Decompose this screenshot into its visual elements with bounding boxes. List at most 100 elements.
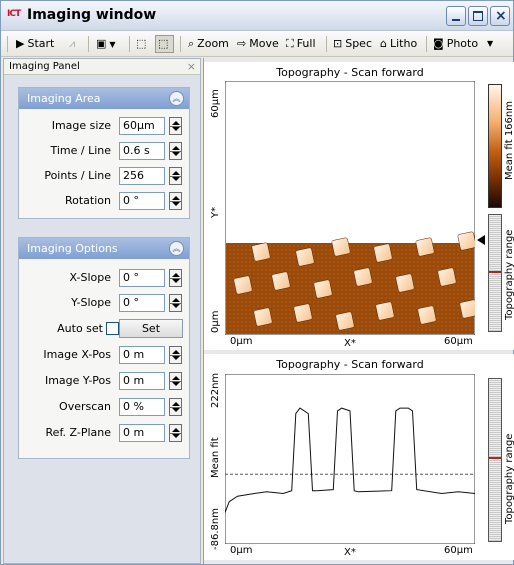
plot-frame: [225, 374, 475, 544]
y-mid-label: Mean fit: [210, 437, 221, 478]
full-extent-icon: ⛶: [286, 37, 294, 50]
y-slope-label: Y-Slope: [71, 296, 111, 309]
feature-square: [437, 267, 457, 287]
feature-square: [253, 307, 273, 327]
topography-range-slider[interactable]: [488, 378, 502, 542]
range-marker[interactable]: [489, 457, 501, 459]
start-button[interactable]: ▶ Start: [16, 36, 54, 52]
select-active-icon: ⬚: [158, 37, 169, 50]
ref-z-plane-label: Ref. Z-Plane: [45, 426, 111, 439]
imaging-area-header[interactable]: Imaging Area ︽: [19, 88, 189, 109]
scan-path-icon: ⩘: [69, 37, 76, 50]
ref-z-plane-row: Ref. Z-Plane 0 m: [19, 423, 189, 443]
auto-set-label: Auto set: [57, 322, 103, 335]
image-x-pos-label: Image X-Pos: [43, 348, 111, 361]
image-x-pos-field[interactable]: 0 m: [119, 346, 165, 364]
y-slope-spinner[interactable]: [169, 294, 182, 312]
feature-square: [293, 303, 313, 323]
ref-z-plane-spinner[interactable]: [169, 424, 182, 442]
maximize-button[interactable]: [468, 6, 488, 26]
zoom-button[interactable]: ⌕ Zoom: [188, 36, 229, 52]
toolbar-separator: [426, 36, 427, 52]
image-size-field[interactable]: 60µm: [119, 117, 165, 135]
plot-title: Topography - Scan forward: [276, 358, 424, 371]
photo-button[interactable]: ◙ Photo: [433, 36, 478, 52]
feature-square: [375, 301, 395, 321]
feature-square: [373, 243, 393, 263]
panel-header: Imaging Panel ×: [4, 59, 200, 75]
x-min-label: 0µm: [230, 545, 253, 556]
minimize-button[interactable]: [446, 6, 466, 26]
window-title: Imaging window: [27, 7, 157, 23]
rotation-field[interactable]: 0 °: [119, 192, 165, 210]
feature-square: [395, 273, 415, 293]
litho-button[interactable]: ⌂ Litho: [380, 36, 417, 52]
range-label: Topography range: [504, 229, 514, 320]
move-icon: ⇨: [237, 37, 247, 50]
image-size-spinner[interactable]: [169, 117, 182, 135]
collapse-icon[interactable]: ︽: [169, 241, 184, 256]
full-button[interactable]: ⛶ Full: [286, 36, 316, 52]
rotation-spinner[interactable]: [169, 192, 182, 210]
move-button[interactable]: ⇨ Move: [237, 36, 279, 52]
magnifier-icon: ⌕: [188, 37, 195, 50]
view-icon: ▣: [96, 37, 107, 50]
toolbar-separator: [129, 36, 130, 52]
camera-icon: ◙: [433, 37, 444, 50]
line-profile-panel: Topography - Scan forward 222nm Mean fit…: [204, 354, 514, 560]
overscan-spinner[interactable]: [169, 398, 182, 416]
chevron-down-icon: ▼: [487, 39, 494, 48]
image-y-pos-spinner[interactable]: [169, 372, 182, 390]
app-logo: ICT: [7, 9, 21, 19]
title-bar[interactable]: ICT Imaging window ×: [1, 1, 513, 31]
feature-square: [353, 267, 373, 287]
line-profile-chart[interactable]: [225, 374, 475, 544]
time-line-spinner[interactable]: [169, 142, 182, 160]
x-slope-field[interactable]: 0 °: [119, 269, 165, 287]
toolbar-overflow-button[interactable]: ▼: [487, 36, 493, 52]
x-slope-row: X-Slope 0 °: [19, 268, 189, 288]
points-line-spinner[interactable]: [169, 167, 182, 185]
collapse-icon[interactable]: ︽: [169, 91, 184, 106]
y-slope-field[interactable]: 0 °: [119, 294, 165, 312]
y-axis-label: Y*: [210, 206, 221, 218]
image-y-pos-field[interactable]: 0 m: [119, 372, 165, 390]
image-y-pos-label: Image Y-Pos: [44, 374, 111, 387]
select-area-button[interactable]: ⬚: [136, 36, 149, 52]
x-axis-label: X*: [344, 338, 356, 349]
set-button[interactable]: Set: [119, 319, 183, 338]
feature-square: [415, 237, 435, 257]
spectrum-icon: ⊡: [333, 37, 343, 50]
image-size-label: Image size: [51, 119, 111, 132]
topography-range-slider[interactable]: [488, 214, 502, 332]
overscan-label: Overscan: [59, 400, 111, 413]
close-icon[interactable]: ×: [187, 59, 196, 74]
select-active-button[interactable]: ⬚: [155, 35, 175, 53]
x-slope-spinner[interactable]: [169, 269, 182, 287]
points-line-field[interactable]: 256: [119, 167, 165, 185]
topography-image[interactable]: [225, 81, 475, 335]
time-line-row: Time / Line 0.6 s: [19, 141, 189, 161]
close-button[interactable]: ×: [490, 6, 510, 26]
y-max-label: 60µm: [210, 89, 221, 118]
auto-set-checkbox[interactable]: [106, 322, 119, 335]
imaging-options-header[interactable]: Imaging Options ︽: [19, 238, 189, 259]
view-dropdown-button[interactable]: ▣ ▼: [96, 36, 116, 52]
toolbar: ▶ Start ⩘ ▣ ▼ ⬚ ⬚ ⌕ Zoom ⇨ Move ⛶ Full ⊡ Spec: [1, 31, 513, 57]
toolbar-separator: [326, 36, 327, 52]
image-x-pos-spinner[interactable]: [169, 346, 182, 364]
spec-button[interactable]: ⊡ Spec: [333, 36, 372, 52]
ref-z-plane-field[interactable]: 0 m: [119, 424, 165, 442]
feature-square: [335, 311, 355, 331]
y-slope-row: Y-Slope 0 °: [19, 293, 189, 313]
litho-icon: ⌂: [380, 37, 387, 50]
scan-mode-button[interactable]: ⩘: [69, 36, 78, 52]
overscan-field[interactable]: 0 %: [119, 398, 165, 416]
toolbar-separator: [180, 36, 181, 52]
close-icon: ×: [495, 8, 507, 24]
scan-line-pointer[interactable]: [477, 235, 485, 245]
feature-square: [331, 237, 351, 257]
time-line-field[interactable]: 0.6 s: [119, 142, 165, 160]
toolbar-separator: [88, 36, 89, 52]
range-marker[interactable]: [489, 271, 501, 273]
